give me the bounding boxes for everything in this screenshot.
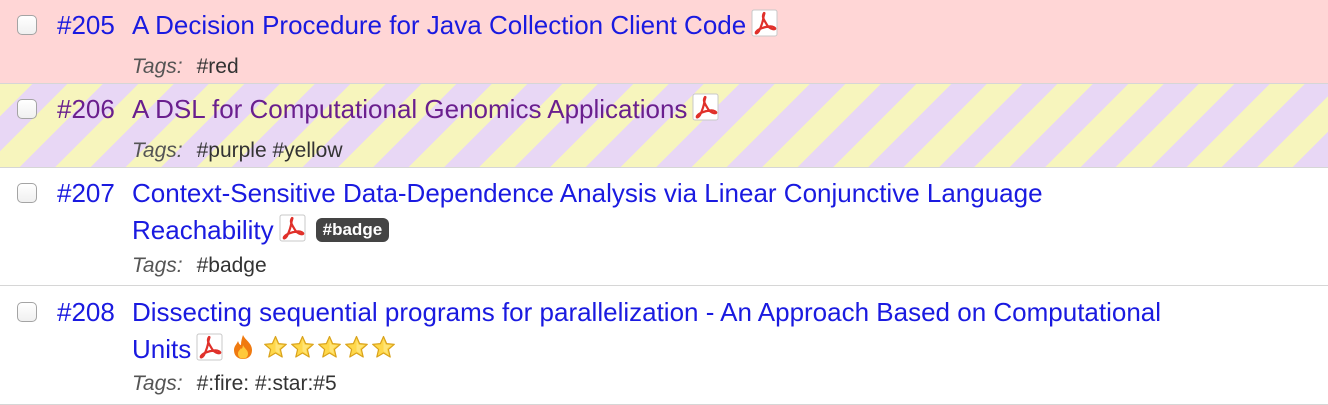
paper-tags: Tags: #badge [132,254,267,278]
tags-label: Tags: [132,55,183,78]
pdf-icon[interactable] [196,333,223,361]
paper-title-link[interactable]: Dissecting sequential programs for paral… [132,297,1161,327]
tags-value: #:fire: #:star:#5 [196,372,337,395]
pdf-icon[interactable] [692,93,719,121]
tags-value: #red [196,55,239,78]
paper-title-link[interactable]: A Decision Procedure for Java Collection… [132,10,746,40]
tags-label: Tags: [132,139,183,162]
paper-row: #206 A DSL for Computational Genomics Ap… [0,84,1328,168]
paper-select-checkbox[interactable] [17,183,37,203]
star-icon [263,335,288,360]
star-rating [263,333,398,370]
tags-value: #purple #yellow [196,139,343,162]
paper-select-checkbox[interactable] [17,15,37,35]
paper-title: A DSL for Computational Genomics Applica… [132,91,719,128]
paper-row: #207 Context-Sensitive Data-Dependence A… [0,168,1328,286]
paper-tags: Tags: #red [132,55,239,79]
tags-value: #badge [196,254,267,277]
paper-number[interactable]: #207 [57,175,115,212]
paper-select-checkbox[interactable] [17,99,37,119]
paper-number[interactable]: #206 [57,91,115,128]
tags-label: Tags: [132,372,183,395]
paper-row: #205 A Decision Procedure for Java Colle… [0,0,1328,84]
paper-title: A Decision Procedure for Java Collection… [132,7,778,44]
paper-list: #205 A Decision Procedure for Java Colle… [0,0,1328,405]
fire-icon [231,334,255,360]
badge-tag: #badge [315,218,390,242]
paper-number[interactable]: #208 [57,294,115,331]
paper-title: Context-Sensitive Data-Dependence Analys… [132,175,1043,249]
tags-label: Tags: [132,254,183,277]
star-icon [290,335,315,360]
paper-title-link[interactable]: Context-Sensitive Data-Dependence Analys… [132,178,1043,208]
paper-row: #208 Dissecting sequential programs for … [0,286,1328,405]
paper-select-checkbox[interactable] [17,302,37,322]
pdf-icon[interactable] [279,214,306,242]
star-icon [371,335,396,360]
paper-title-link[interactable]: A DSL for Computational Genomics Applica… [132,94,687,124]
star-icon [317,335,342,360]
paper-title: Dissecting sequential programs for paral… [132,294,1161,370]
paper-title-link-continued[interactable]: Units [132,334,191,364]
pdf-icon[interactable] [751,9,778,37]
paper-tags: Tags: #:fire: #:star:#5 [132,372,337,396]
star-icon [344,335,369,360]
paper-title-link-continued[interactable]: Reachability [132,215,274,245]
paper-tags: Tags: #purple #yellow [132,139,343,163]
paper-number[interactable]: #205 [57,7,115,44]
